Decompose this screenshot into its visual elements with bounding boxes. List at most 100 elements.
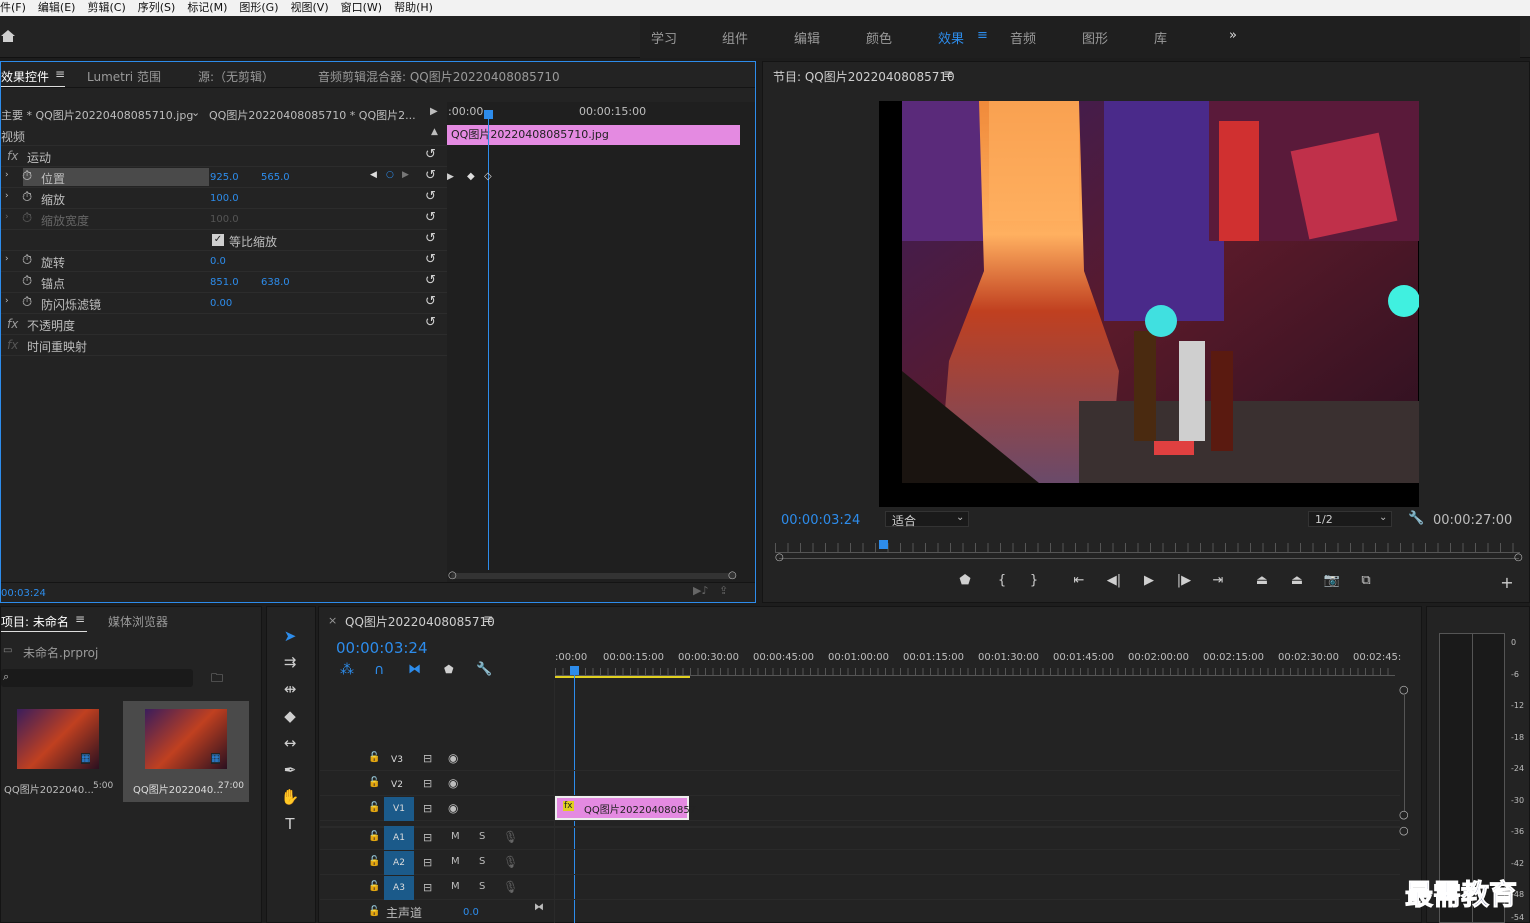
fit-dropdown[interactable]: 适合 ⌄: [885, 511, 969, 528]
tab-audio-clip-mixer[interactable]: 音频剪辑混合器: QQ图片20220408085710: [318, 68, 560, 85]
wrench-icon[interactable]: 🔧: [1408, 511, 1424, 526]
solo-button[interactable]: S: [479, 881, 485, 892]
timeline-ruler[interactable]: :00:00 00:00:15:00 00:00:30:00 00:00:45:…: [555, 648, 1401, 680]
go-to-out-icon[interactable]: ⇥: [1208, 573, 1228, 588]
slip-tool-icon[interactable]: ↔: [280, 733, 300, 753]
export-icon[interactable]: ⇪: [719, 584, 728, 597]
keyframe-nav-icon[interactable]: ▶: [447, 172, 454, 182]
program-video-frame[interactable]: [879, 101, 1420, 507]
workspace-learn[interactable]: 学习: [651, 28, 677, 47]
compare-view-icon[interactable]: ⧉: [1356, 573, 1376, 588]
workspace-graphics[interactable]: 图形: [1082, 28, 1108, 47]
sync-lock-icon[interactable]: ⊟: [423, 802, 432, 815]
project-item-selected[interactable]: ▦ QQ图片2022040... 27:00: [123, 701, 249, 802]
add-marker-icon[interactable]: ⬟: [955, 573, 975, 588]
expand-icon[interactable]: ›: [5, 254, 9, 264]
solo-button[interactable]: S: [479, 831, 485, 842]
new-bin-icon[interactable]: 🗀: [211, 669, 223, 690]
mark-in-icon[interactable]: {: [992, 573, 1012, 588]
zoom-handle-right[interactable]: ○: [728, 570, 737, 581]
microphone-icon[interactable]: 🎙: [503, 880, 518, 894]
tab-menu-icon[interactable]: ≡: [75, 612, 85, 626]
next-keyframe-icon[interactable]: ▶: [402, 170, 409, 180]
work-area-bar[interactable]: [555, 676, 690, 678]
reset-icon[interactable]: ↺: [425, 231, 436, 246]
stopwatch-icon[interactable]: ⏱: [22, 169, 32, 184]
zoom-handle-left[interactable]: ○: [775, 552, 784, 563]
tab-media-browser[interactable]: 媒体浏览器: [108, 613, 168, 630]
selection-tool-icon[interactable]: ➤: [280, 626, 300, 646]
opacity-label[interactable]: 不透明度: [27, 317, 75, 334]
menu-view[interactable]: 视图(V): [291, 0, 329, 15]
menu-sequence[interactable]: 序列(S): [138, 0, 176, 15]
sync-lock-icon[interactable]: ⊟: [423, 856, 432, 869]
workspace-color[interactable]: 颜色: [866, 28, 892, 47]
lock-icon[interactable]: 🔓: [368, 881, 380, 892]
uniform-scale-checkbox[interactable]: ✓: [212, 234, 224, 246]
program-timecode[interactable]: 00:00:03:24: [781, 513, 860, 528]
scroll-handle-icon[interactable]: ○: [1399, 808, 1409, 821]
effect-zoom-scrollbar[interactable]: [451, 573, 736, 579]
nest-icon[interactable]: ⁂: [340, 662, 354, 678]
sequence-clip-label[interactable]: QQ图片20220408085710 * QQ图片2...: [209, 107, 416, 123]
project-item[interactable]: ▦ QQ图片2022040... 5:00: [1, 701, 121, 799]
reset-icon[interactable]: ↺: [425, 189, 436, 204]
track-label-v3[interactable]: V3: [388, 752, 406, 768]
reset-icon[interactable]: ↺: [425, 210, 436, 225]
microphone-icon[interactable]: 🎙: [503, 855, 518, 869]
chevron-down-icon[interactable]: ⌄: [191, 106, 200, 119]
tab-menu-icon[interactable]: ≡: [55, 67, 65, 81]
prev-keyframe-icon[interactable]: ◀: [370, 170, 377, 180]
program-title[interactable]: 节目: QQ图片20220408085710: [773, 68, 955, 85]
workspace-menu-icon[interactable]: ≡: [977, 28, 988, 43]
close-icon[interactable]: ×: [328, 614, 337, 627]
more-workspaces-icon[interactable]: »: [1229, 28, 1237, 43]
sync-lock-icon[interactable]: ⊟: [423, 881, 432, 894]
play-icon[interactable]: ▶: [1139, 573, 1159, 588]
effect-clip-bar[interactable]: QQ图片20220408085710.jpg: [447, 125, 740, 145]
export-frame-icon[interactable]: 📷: [1322, 573, 1342, 588]
effect-timeline[interactable]: [447, 102, 755, 582]
rotation-value[interactable]: 0.0: [210, 256, 226, 267]
expand-icon[interactable]: ›: [5, 191, 9, 201]
home-icon[interactable]: [0, 28, 16, 44]
hand-tool-icon[interactable]: ✋: [280, 787, 300, 807]
play-only-icon[interactable]: ▶: [430, 106, 438, 117]
keyframe-diamond-icon[interactable]: ◇: [484, 171, 492, 182]
tab-project[interactable]: 项目: 未命名: [1, 613, 69, 630]
snap-magnet-icon[interactable]: ∩: [374, 662, 384, 678]
reset-icon[interactable]: ↺: [425, 168, 436, 183]
anchor-x-value[interactable]: 851.0: [210, 277, 239, 288]
mute-button[interactable]: M: [451, 831, 460, 842]
stopwatch-icon[interactable]: ⏱: [22, 190, 32, 205]
lock-icon[interactable]: 🔓: [368, 831, 380, 842]
sync-lock-icon[interactable]: ⊟: [423, 777, 432, 790]
workspace-libraries[interactable]: 库: [1154, 28, 1167, 47]
track-label-a1[interactable]: A1: [384, 826, 414, 850]
tab-effect-controls[interactable]: 效果控件: [1, 68, 49, 85]
reset-icon[interactable]: ↺: [425, 273, 436, 288]
menu-graphics[interactable]: 图形(G): [239, 0, 278, 15]
button-editor-icon[interactable]: +: [1497, 573, 1517, 592]
lock-icon[interactable]: 🔓: [368, 906, 380, 917]
lock-icon[interactable]: 🔓: [368, 802, 380, 813]
step-back-icon[interactable]: ◀|: [1104, 573, 1124, 588]
expand-icon[interactable]: ›: [5, 212, 9, 222]
reset-icon[interactable]: ↺: [425, 315, 436, 330]
workspace-audio[interactable]: 音频: [1010, 28, 1036, 47]
master-track-value[interactable]: 0.0: [463, 907, 479, 918]
program-zoom-bar[interactable]: [779, 558, 1519, 559]
position-x-value[interactable]: 925.0: [210, 172, 239, 183]
workspace-assembly[interactable]: 组件: [722, 28, 748, 47]
scroll-handle-icon[interactable]: ○: [1399, 824, 1409, 837]
anti-flicker-value[interactable]: 0.00: [210, 298, 232, 309]
microphone-icon[interactable]: 🎙: [503, 830, 518, 844]
tab-source[interactable]: 源:（无剪辑）: [198, 68, 274, 85]
menu-marker[interactable]: 标记(M): [187, 0, 227, 15]
timeline-clip[interactable]: fx QQ图片202204080857: [555, 796, 696, 820]
project-search-input[interactable]: ⌕: [1, 669, 193, 687]
track-select-tool-icon[interactable]: ⇉: [280, 652, 300, 672]
stopwatch-icon[interactable]: ⏱: [22, 253, 32, 268]
panel-menu-icon[interactable]: ≡: [483, 612, 493, 626]
mute-button[interactable]: M: [451, 856, 460, 867]
